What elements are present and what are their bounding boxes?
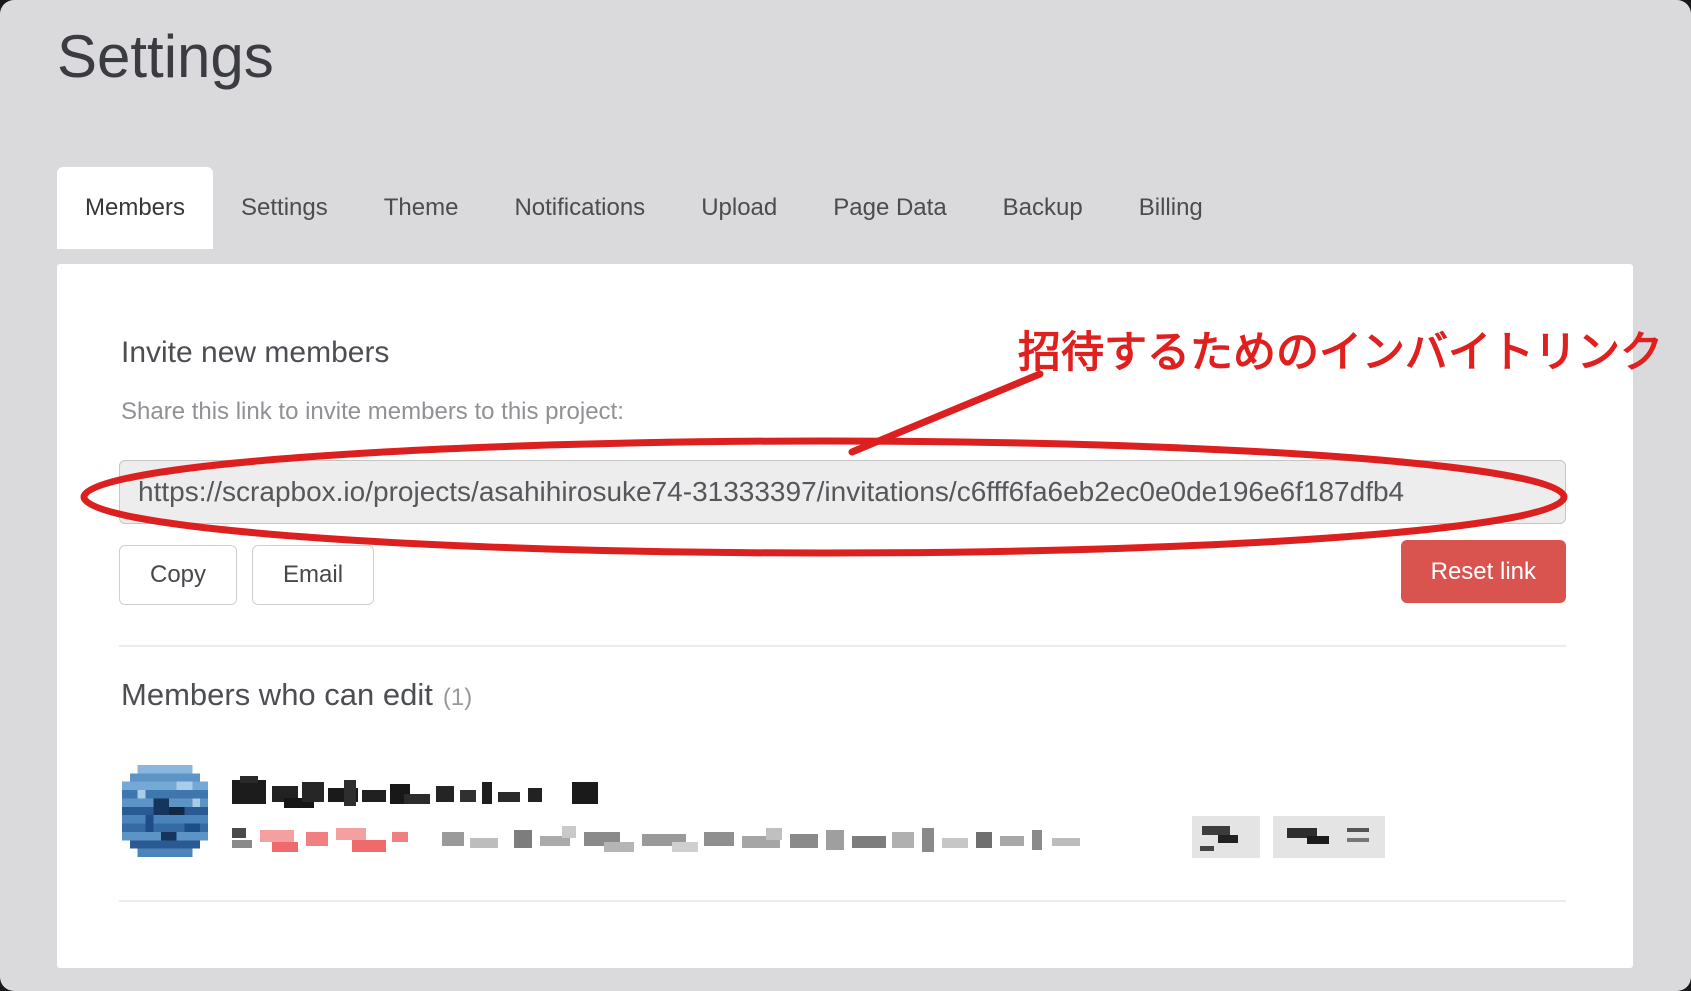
redacted-member-details	[232, 822, 1092, 858]
member-row-divider	[119, 900, 1566, 902]
redacted-member-badge	[1192, 816, 1260, 858]
settings-tabbar: Members Settings Theme Notifications Upl…	[57, 167, 1231, 249]
section-divider	[119, 645, 1566, 647]
invite-actions: Copy Email	[119, 545, 374, 605]
members-count-badge: (1)	[443, 684, 472, 711]
member-avatar	[122, 765, 208, 857]
page-title: Settings	[57, 22, 274, 91]
members-section-heading: Members who can edit (1)	[121, 677, 472, 713]
annotation-label: 招待するためのインバイトリンク	[1018, 318, 1663, 380]
tab-notifications[interactable]: Notifications	[486, 167, 673, 249]
copy-button[interactable]: Copy	[119, 545, 237, 605]
tab-page-data[interactable]: Page Data	[805, 167, 974, 249]
reset-link-button[interactable]: Reset link	[1401, 540, 1566, 603]
tab-members[interactable]: Members	[57, 167, 213, 249]
invite-section-heading: Invite new members	[121, 336, 389, 370]
tab-backup[interactable]: Backup	[975, 167, 1111, 249]
invite-description: Share this link to invite members to thi…	[121, 398, 624, 426]
members-heading-label: Members who can edit	[121, 677, 433, 712]
email-button[interactable]: Email	[252, 545, 374, 605]
tab-billing[interactable]: Billing	[1111, 167, 1231, 249]
tab-settings[interactable]: Settings	[213, 167, 356, 249]
tab-theme[interactable]: Theme	[356, 167, 487, 249]
settings-page: Settings Members Settings Theme Notifica…	[0, 0, 1691, 991]
invite-link-input[interactable]	[119, 460, 1566, 524]
redacted-member-name	[232, 776, 600, 810]
redacted-member-badge	[1273, 816, 1385, 858]
tab-upload[interactable]: Upload	[673, 167, 805, 249]
